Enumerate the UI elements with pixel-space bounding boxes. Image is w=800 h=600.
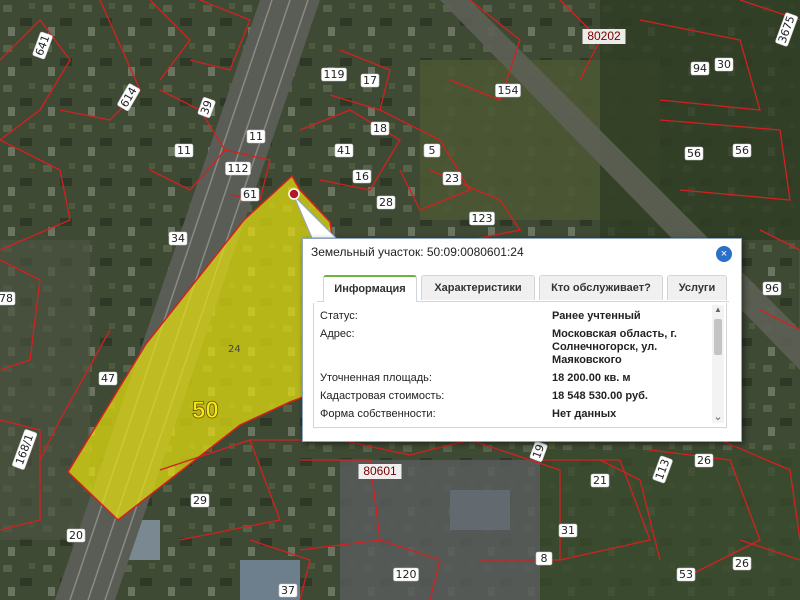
tab-characteristics[interactable]: Характеристики	[421, 275, 535, 300]
parcel-label: 8	[535, 551, 553, 566]
parcel-number: 18	[373, 122, 387, 135]
parcel-label: 120	[393, 567, 419, 582]
parcel-number: 112	[228, 162, 249, 175]
parcel-label: 11	[246, 129, 266, 144]
parcel-label: 53	[676, 567, 696, 582]
field-label: Статус:	[320, 310, 358, 322]
scroll-up-icon[interactable]: ▲	[712, 305, 724, 314]
parcel-info-popup: Земельный участок: 50:09:0080601:24 × Ин…	[302, 238, 742, 442]
field-value: 18 548 530.00 руб.	[552, 390, 648, 402]
block-number: 80202	[587, 29, 621, 43]
parcel-label: 34	[168, 231, 188, 246]
selected-parcel-number: 50	[192, 397, 219, 424]
scroll-down-icon[interactable]: ⌄	[712, 410, 724, 423]
parcel-label: 61	[240, 187, 260, 202]
parcel-number: 56	[735, 144, 749, 157]
close-icon[interactable]: ×	[716, 246, 732, 262]
popup-tabs: Информация Характеристики Кто обслуживае…	[317, 275, 729, 302]
parcel-number: 29	[193, 494, 207, 507]
parcel-number: 17	[363, 74, 377, 87]
parcel-label: 28	[376, 195, 396, 210]
parcel-number: 120	[396, 568, 417, 581]
parcel-label: 17	[360, 73, 380, 88]
parcel-label: 119	[321, 67, 347, 82]
popup-title: Земельный участок: 50:09:0080601:24	[311, 245, 524, 259]
parcel-number: 56	[687, 147, 701, 160]
parcel-label: 78	[0, 291, 16, 306]
field-label: Кадастровая стоимость:	[320, 390, 445, 402]
parcel-label: 29	[190, 493, 210, 508]
parcel-label: 47	[98, 371, 118, 386]
parcel-number: 47	[101, 372, 115, 385]
block-number: 80601	[363, 464, 397, 478]
parcel-label: 96	[762, 281, 782, 296]
field-value: Московская область, г. Солнечногорск, ул…	[552, 328, 677, 366]
parcel-label: 31	[558, 523, 578, 538]
parcel-number: 37	[281, 584, 295, 597]
parcel-number: 154	[498, 84, 519, 97]
parcel-number: 8	[541, 552, 548, 565]
field-label: Адрес:	[320, 328, 355, 340]
parcel-number: 11	[249, 130, 263, 143]
parcel-label: 56	[684, 146, 704, 161]
parcel-number: 20	[69, 529, 83, 542]
parcel-number: 28	[379, 196, 393, 209]
field-label: Форма собственности:	[320, 408, 436, 420]
parcel-number: 119	[324, 68, 345, 81]
parcel-number: 31	[561, 524, 575, 537]
parcel-number: 61	[243, 188, 257, 201]
tab-services[interactable]: Услуги	[667, 275, 727, 300]
parcel-number: 16	[355, 170, 369, 183]
parcel-number: 34	[171, 232, 185, 245]
parcel-label: 26	[732, 556, 752, 571]
parcel-number: 5	[429, 144, 436, 157]
parcel-number: 11	[177, 144, 191, 157]
parcel-label: 11	[174, 143, 194, 158]
parcel-label: 21	[590, 473, 610, 488]
parcel-number: 26	[697, 454, 711, 467]
parcel-label: 154	[495, 83, 521, 98]
parcel-number: 21	[593, 474, 607, 487]
parcel-label: 37	[278, 583, 298, 598]
parcel-label: 56	[732, 143, 752, 158]
parcel-number: 123	[472, 212, 493, 225]
parcel-label: 94	[690, 61, 710, 76]
parcel-label: 16	[352, 169, 372, 184]
parcel-number: 78	[0, 292, 13, 305]
parcel-label: 20	[66, 528, 86, 543]
parcel-number: 53	[679, 568, 693, 581]
parcel-number: 96	[765, 282, 779, 295]
location-marker-icon[interactable]	[288, 188, 300, 200]
tab-information[interactable]: Информация	[323, 275, 417, 302]
field-value: Нет данных	[552, 408, 617, 420]
scroll-thumb[interactable]	[714, 319, 722, 355]
parcel-number: 30	[717, 58, 731, 71]
parcel-number: 41	[337, 144, 351, 157]
parcel-label: 30	[714, 57, 734, 72]
parcel-label: 123	[469, 211, 495, 226]
info-panel: Статус: Ранее учтенный Адрес: Московская…	[313, 303, 727, 428]
parcel-number: 94	[693, 62, 707, 75]
tab-who-serves[interactable]: Кто обслуживает?	[539, 275, 663, 300]
scrollbar[interactable]: ▲ ⌄	[712, 305, 724, 423]
parcel-label: 18	[370, 121, 390, 136]
selected-parcel-small-label: 24	[228, 344, 241, 355]
parcel-label: 23	[442, 171, 462, 186]
field-value: 18 200.00 кв. м	[552, 372, 631, 384]
parcel-label: 26	[694, 453, 714, 468]
parcel-label: 5	[423, 143, 441, 158]
parcel-label: 112	[225, 161, 251, 176]
parcel-label: 41	[334, 143, 354, 158]
field-label: Уточненная площадь:	[320, 372, 432, 384]
parcel-number: 23	[445, 172, 459, 185]
parcel-number: 26	[735, 557, 749, 570]
field-value: Ранее учтенный	[552, 310, 641, 322]
